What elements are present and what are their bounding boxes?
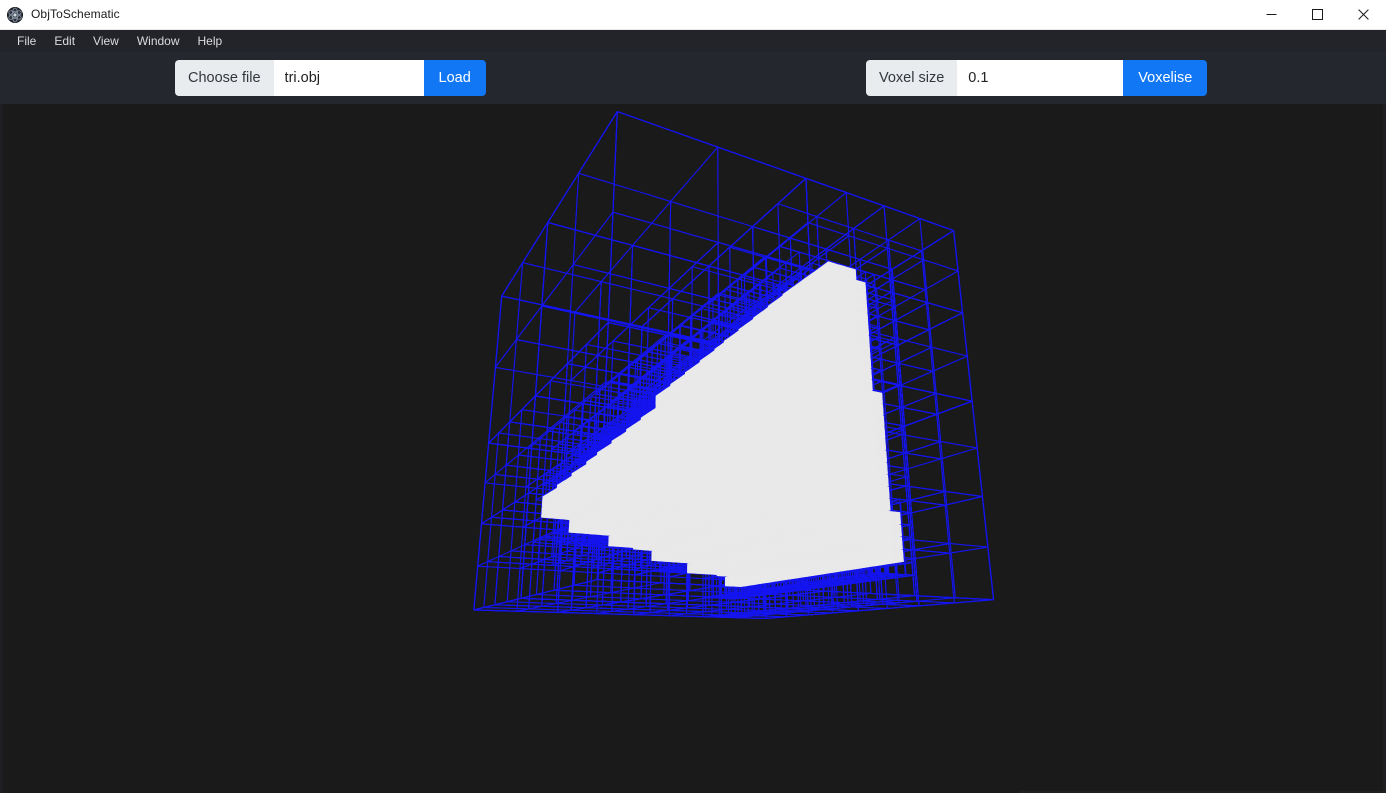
application-window: ObjToSchematic File Edit View Window Hel… xyxy=(0,0,1386,793)
left-edge-panel-sliver xyxy=(0,104,3,793)
3d-viewport[interactable] xyxy=(0,104,1386,793)
menu-item-window[interactable]: Window xyxy=(128,31,189,51)
load-button[interactable]: Load xyxy=(424,60,486,96)
voxel-size-label: Voxel size xyxy=(866,60,957,96)
title-bar: ObjToSchematic xyxy=(0,0,1386,30)
app-logo-icon xyxy=(7,7,23,23)
file-input-group: Choose file Load xyxy=(175,60,486,96)
file-path-input[interactable] xyxy=(274,60,424,96)
menu-item-edit[interactable]: Edit xyxy=(45,31,84,51)
maximize-icon xyxy=(1312,9,1323,20)
minimize-button[interactable] xyxy=(1248,0,1294,29)
menu-item-file[interactable]: File xyxy=(8,31,45,51)
menu-bar: File Edit View Window Help xyxy=(0,30,1386,52)
voxel-size-group: Voxel size Voxelise xyxy=(866,60,1207,96)
close-button[interactable] xyxy=(1340,0,1386,29)
voxel-wireframe-canvas xyxy=(0,104,1386,793)
menu-item-view[interactable]: View xyxy=(84,31,128,51)
window-title: ObjToSchematic xyxy=(31,0,120,29)
choose-file-button[interactable]: Choose file xyxy=(175,60,274,96)
window-controls xyxy=(1248,0,1386,29)
menu-item-help[interactable]: Help xyxy=(189,31,232,51)
maximize-button[interactable] xyxy=(1294,0,1340,29)
minimize-icon xyxy=(1266,9,1277,20)
voxelise-button[interactable]: Voxelise xyxy=(1123,60,1207,96)
voxel-size-input[interactable] xyxy=(957,60,1123,96)
close-icon xyxy=(1358,9,1369,20)
toolbar: Choose file Load Voxel size Voxelise xyxy=(0,52,1386,104)
